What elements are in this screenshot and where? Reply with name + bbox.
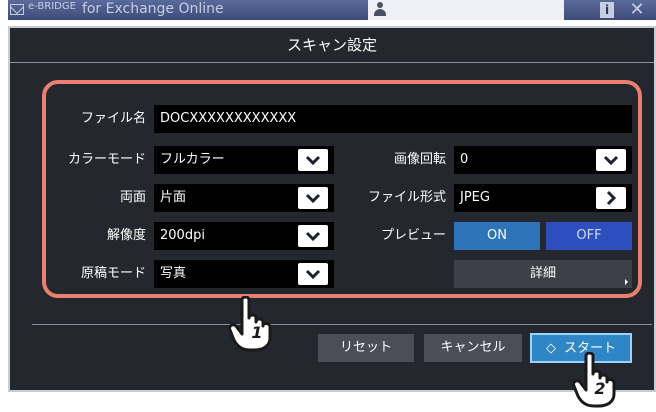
- user-account-field[interactable]: [368, 0, 564, 20]
- duplex-value: 片面: [160, 190, 187, 205]
- preview-on-button[interactable]: ON: [454, 222, 540, 250]
- file-format-value: JPEG: [460, 190, 490, 205]
- app-title-sub: e-BRIDGE: [28, 1, 76, 12]
- corner-arrow-icon: [625, 279, 628, 285]
- close-icon[interactable]: ✕: [626, 0, 648, 20]
- original-mode-value: 写真: [160, 266, 187, 281]
- file-format-label: ファイル形式: [367, 190, 446, 205]
- detail-button[interactable]: 詳細: [454, 260, 632, 288]
- cancel-button[interactable]: キャンセル: [424, 334, 522, 362]
- preview-label: プレビュー: [380, 228, 446, 243]
- filename-input[interactable]: DOCXXXXXXXXXXXX: [154, 105, 632, 133]
- chevron-down-icon[interactable]: [298, 225, 328, 247]
- dialog-title: スキャン設定: [286, 36, 377, 54]
- app-title-main: for Exchange Online: [81, 1, 224, 17]
- chevron-down-icon[interactable]: [298, 149, 328, 171]
- preview-off-button[interactable]: OFF: [546, 222, 632, 250]
- reset-button[interactable]: リセット: [318, 334, 414, 362]
- duplex-label: 両面: [119, 190, 146, 205]
- chevron-right-icon[interactable]: [596, 187, 626, 209]
- resolution-value: 200dpi: [160, 228, 205, 243]
- mail-icon: [10, 4, 24, 15]
- start-icon: ◇: [545, 341, 556, 356]
- chevron-down-icon[interactable]: [298, 263, 328, 285]
- original-mode-label: 原稿モード: [80, 266, 146, 281]
- detail-label: 詳細: [529, 266, 556, 281]
- app-title: e-BRIDGE for Exchange Online: [28, 0, 224, 20]
- chevron-down-icon[interactable]: [298, 187, 328, 209]
- step-1-label: 1: [251, 323, 263, 342]
- rotation-value: 0: [460, 152, 469, 167]
- user-icon: [374, 2, 386, 16]
- filename-label: ファイル名: [80, 111, 146, 126]
- title-divider: [10, 62, 654, 63]
- color-mode-value: フルカラー: [160, 152, 225, 167]
- chevron-down-icon[interactable]: [596, 149, 626, 171]
- color-mode-label: カラーモード: [67, 152, 146, 167]
- resolution-label: 解像度: [106, 228, 146, 243]
- bottom-divider: [32, 324, 652, 325]
- rotation-label: 画像回転: [393, 152, 446, 167]
- step-2-label: 2: [594, 379, 606, 398]
- info-icon[interactable]: i: [600, 2, 614, 18]
